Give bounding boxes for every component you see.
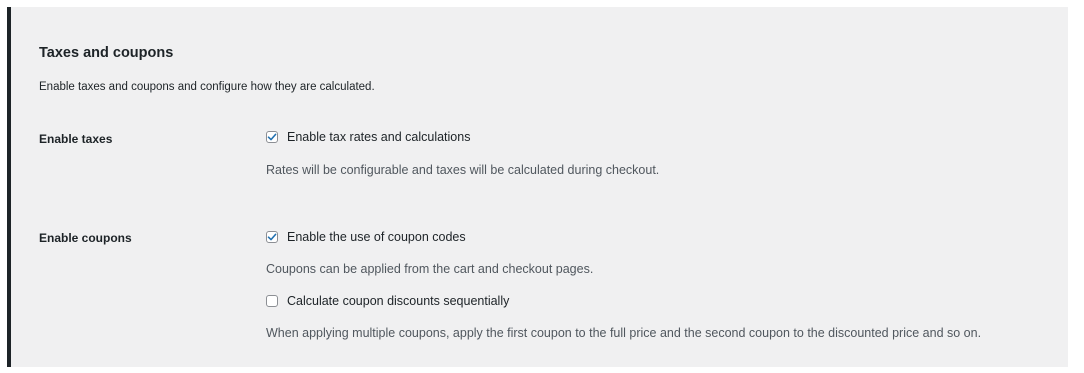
enable-coupons-help: Coupons can be applied from the cart and… xyxy=(266,262,594,276)
enable-taxes-checkbox[interactable] xyxy=(266,131,278,143)
check-icon xyxy=(267,133,277,141)
check-icon xyxy=(267,233,277,241)
sequential-coupons-help: When applying multiple coupons, apply th… xyxy=(266,326,982,340)
enable-taxes-option[interactable]: Enable tax rates and calculations xyxy=(266,130,470,144)
settings-panel: Taxes and coupons Enable taxes and coupo… xyxy=(7,7,1068,367)
enable-coupons-checkbox-label: Enable the use of coupon codes xyxy=(287,230,466,244)
sequential-coupons-checkbox-label: Calculate coupon discounts sequentially xyxy=(287,294,510,308)
enable-taxes-label: Enable taxes xyxy=(39,132,113,146)
enable-coupons-option[interactable]: Enable the use of coupon codes xyxy=(266,230,466,244)
sequential-coupons-option[interactable]: Calculate coupon discounts sequentially xyxy=(266,294,509,308)
enable-coupons-checkbox[interactable] xyxy=(266,231,278,243)
enable-taxes-help: Rates will be configurable and taxes wil… xyxy=(266,163,660,177)
section-title: Taxes and coupons xyxy=(39,45,174,61)
section-description: Enable taxes and coupons and configure h… xyxy=(39,81,375,93)
enable-coupons-label: Enable coupons xyxy=(39,231,132,245)
enable-taxes-checkbox-label: Enable tax rates and calculations xyxy=(287,130,471,144)
sequential-coupons-checkbox[interactable] xyxy=(266,295,278,307)
